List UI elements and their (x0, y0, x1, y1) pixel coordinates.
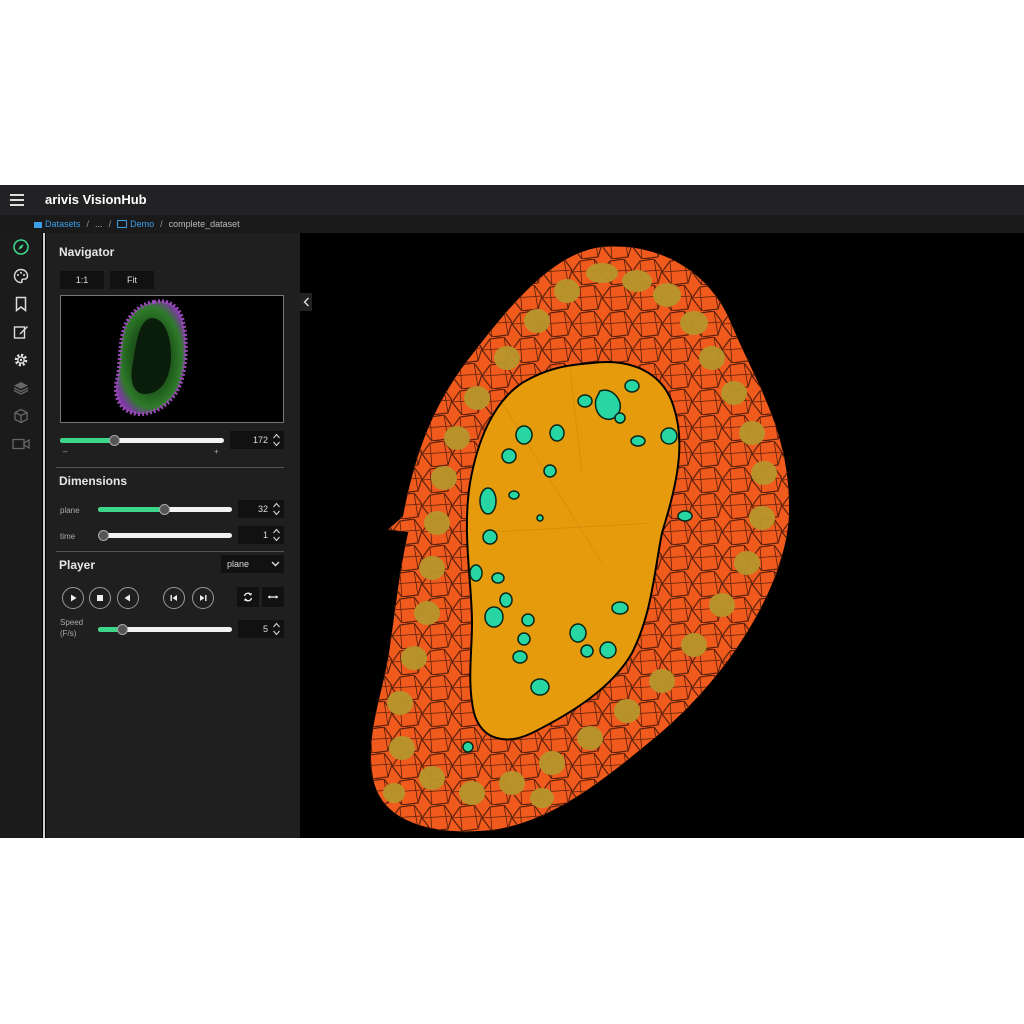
zoom-fit-button[interactable]: Fit (110, 271, 154, 289)
edit-icon[interactable] (11, 322, 31, 342)
speed-value: 5 (262, 624, 268, 634)
layers-icon[interactable] (11, 378, 31, 398)
zoom-out-label[interactable]: – (63, 447, 67, 456)
hamburger-menu-icon[interactable] (10, 194, 24, 206)
top-bar: arivis VisionHub (0, 185, 1024, 216)
loop-icon (243, 592, 253, 602)
cube-icon[interactable] (11, 406, 31, 426)
stop-icon (97, 595, 103, 601)
time-slider-handle[interactable] (98, 530, 109, 541)
palette-icon[interactable] (11, 266, 31, 286)
player-mode-value: plane (227, 559, 250, 569)
skip-first-icon (170, 595, 177, 601)
zoom-in-label[interactable]: + (214, 447, 219, 456)
zoom-slider[interactable] (60, 435, 224, 446)
settings-icon[interactable] (11, 350, 31, 370)
bounce-button[interactable] (262, 587, 284, 607)
breadcrumb-datasets[interactable]: Datasets (45, 219, 81, 229)
plane-value: 32 (257, 504, 268, 514)
loop-button[interactable] (237, 587, 259, 607)
time-stepper-icon[interactable] (272, 527, 281, 543)
bookmark-icon[interactable] (11, 294, 31, 314)
player-title: Player (59, 558, 96, 572)
thumbnail-image (114, 299, 188, 417)
app-window: arivis VisionHub Datasets /... / Demo / compl… (0, 185, 1024, 838)
segmentation-image (368, 244, 792, 834)
zoom-stepper-icon[interactable] (272, 432, 281, 448)
play-icon (71, 594, 77, 602)
video-icon[interactable] (11, 434, 31, 454)
time-label: time (60, 532, 76, 541)
play-reverse-button[interactable] (117, 587, 139, 609)
breadcrumb-ellipsis[interactable]: ... (95, 219, 103, 229)
bounce-icon (268, 595, 278, 599)
plane-label: plane (60, 506, 80, 515)
skip-last-icon (200, 595, 207, 601)
speed-stepper-icon[interactable] (272, 621, 281, 637)
navigator-title: Navigator (59, 245, 115, 259)
stop-button[interactable] (89, 587, 111, 609)
player-mode-select[interactable]: plane (221, 555, 284, 573)
time-value-field[interactable]: 1 (238, 526, 284, 544)
tool-rail (0, 233, 42, 838)
dimensions-title: Dimensions (59, 474, 128, 488)
play-button[interactable] (62, 587, 84, 609)
speed-unit-label: (F/s) (60, 629, 77, 638)
rail-divider (43, 233, 45, 838)
speed-value-field[interactable]: 5 (238, 620, 284, 638)
skip-last-button[interactable] (192, 587, 214, 609)
zoom-value-field[interactable]: 172 (230, 431, 284, 449)
plane-slider[interactable] (98, 504, 232, 515)
plane-value-field[interactable]: 32 (238, 500, 284, 518)
section-divider (56, 467, 284, 468)
time-value: 1 (262, 530, 268, 540)
side-panel: Navigator 1:1 Fit 172 – + Dimensions pla… (46, 233, 300, 838)
skip-first-button[interactable] (163, 587, 185, 609)
speed-slider[interactable] (98, 624, 232, 635)
image-viewer-canvas[interactable] (302, 233, 1024, 838)
compass-icon[interactable] (11, 237, 31, 257)
play-reverse-icon (124, 594, 130, 602)
time-slider[interactable] (98, 530, 232, 541)
zoom-slider-fill (60, 438, 115, 443)
breadcrumb-demo[interactable]: Demo (130, 219, 154, 229)
folder-icon (117, 220, 128, 228)
app-title: arivis VisionHub (45, 192, 147, 207)
speed-label: Speed (60, 618, 84, 627)
breadcrumb: Datasets /... / Demo / complete_dataset (0, 215, 1024, 233)
speed-slider-handle[interactable] (117, 624, 129, 635)
navigator-thumbnail[interactable] (60, 295, 284, 423)
zoom-value: 172 (252, 435, 268, 445)
plane-slider-handle[interactable] (158, 504, 170, 515)
plane-slider-fill (98, 507, 164, 512)
plane-stepper-icon[interactable] (272, 501, 281, 517)
chevron-down-icon (271, 561, 280, 567)
zoom-slider-handle[interactable] (109, 435, 121, 446)
breadcrumb-current: complete_dataset (168, 219, 240, 229)
zoom-1to1-button[interactable]: 1:1 (60, 271, 104, 289)
dataset-grid-icon (34, 222, 42, 228)
section-divider (56, 551, 284, 552)
